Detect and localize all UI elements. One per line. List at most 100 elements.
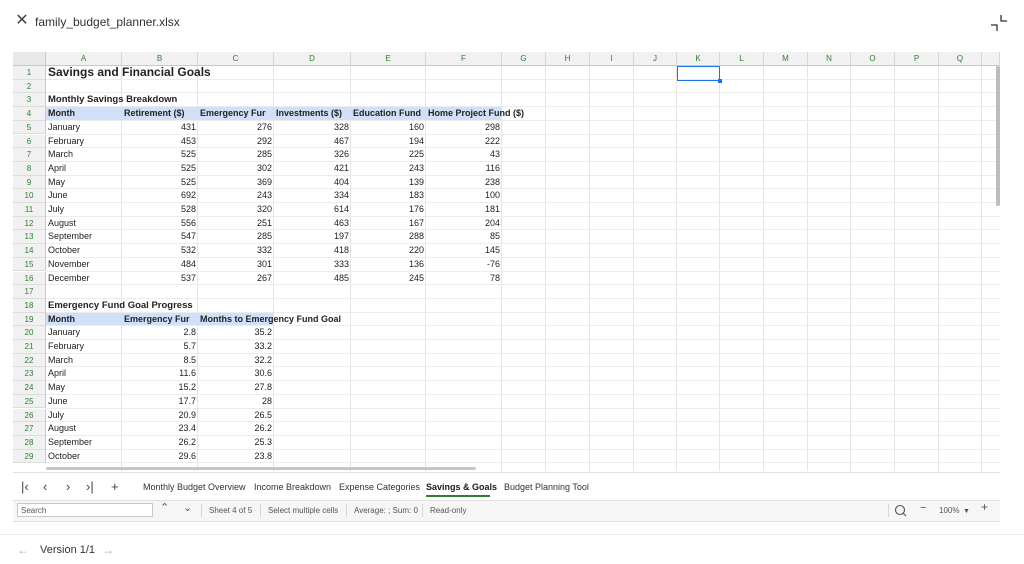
row-header[interactable]: 28	[13, 435, 46, 450]
table-cell[interactable]: 25.3	[198, 436, 274, 450]
table-cell[interactable]: 267	[198, 272, 274, 286]
first-sheet-icon[interactable]: |‹	[21, 480, 29, 494]
zoom-level[interactable]: 100%	[939, 505, 959, 516]
table-cell[interactable]: July	[46, 203, 122, 217]
table-cell[interactable]: 245	[351, 272, 426, 286]
add-sheet-icon[interactable]: +	[111, 480, 119, 494]
table-cell[interactable]: 23.4	[122, 422, 198, 436]
search-input[interactable]: Search	[17, 503, 153, 517]
table-cell[interactable]: 285	[198, 230, 274, 244]
table-cell[interactable]: -76	[426, 258, 502, 272]
table-cell[interactable]: 547	[122, 230, 198, 244]
column-header[interactable]: A	[46, 52, 122, 66]
tab-expense-categories[interactable]: Expense Categories	[339, 482, 420, 493]
table-cell[interactable]: 326	[274, 148, 351, 162]
row-header[interactable]: 2	[13, 79, 46, 94]
selected-cell[interactable]	[677, 66, 722, 83]
table-cell[interactable]: 463	[274, 217, 351, 231]
table-cell[interactable]: 320	[198, 203, 274, 217]
table-cell[interactable]: March	[46, 148, 122, 162]
zoom-fit-icon[interactable]	[894, 504, 907, 517]
row-header[interactable]: 25	[13, 394, 46, 409]
table-cell[interactable]: 532	[122, 244, 198, 258]
table-cell[interactable]: 2.8	[122, 326, 198, 340]
table-cell[interactable]: 116	[426, 162, 502, 176]
table-cell[interactable]: September	[46, 230, 122, 244]
table-cell[interactable]: 197	[274, 230, 351, 244]
row-header[interactable]: 15	[13, 257, 46, 272]
table-cell[interactable]: 29.6	[122, 450, 198, 464]
table-cell[interactable]: 404	[274, 176, 351, 190]
table-cell[interactable]: 276	[198, 121, 274, 135]
row-header[interactable]: 12	[13, 216, 46, 231]
table-cell[interactable]: 525	[122, 176, 198, 190]
table-cell[interactable]: 285	[198, 148, 274, 162]
row-header[interactable]: 6	[13, 134, 46, 149]
table-cell[interactable]: 220	[351, 244, 426, 258]
table-cell[interactable]: 183	[351, 189, 426, 203]
row-header[interactable]: 24	[13, 381, 46, 395]
row-header[interactable]: 22	[13, 353, 46, 368]
row-header[interactable]: 5	[13, 120, 46, 135]
selection-mode[interactable]: Select multiple cells	[268, 505, 338, 516]
tab-monthly-budget-overview[interactable]: Monthly Budget Overview	[143, 482, 246, 493]
table-cell[interactable]: 453	[122, 135, 198, 149]
table-cell[interactable]: 484	[122, 258, 198, 272]
row-header[interactable]: 20	[13, 326, 46, 340]
column-header[interactable]: B	[122, 52, 198, 66]
table-cell[interactable]: 525	[122, 148, 198, 162]
row-header[interactable]: 21	[13, 340, 46, 354]
column-header[interactable]: I	[590, 52, 634, 66]
next-version-icon[interactable]: →	[102, 543, 114, 557]
column-header[interactable]: F	[426, 52, 502, 66]
table-cell[interactable]: 301	[198, 258, 274, 272]
table-cell[interactable]: 43	[426, 148, 502, 162]
table-cell[interactable]: 222	[426, 135, 502, 149]
table-cell[interactable]: 30.6	[198, 367, 274, 381]
table-cell[interactable]: October	[46, 450, 122, 464]
column-header[interactable]: C	[198, 52, 274, 66]
table-cell[interactable]: 204	[426, 217, 502, 231]
table-cell[interactable]: 302	[198, 162, 274, 176]
table-cell[interactable]: 20.9	[122, 409, 198, 423]
row-header[interactable]: 11	[13, 203, 46, 217]
table-cell[interactable]: 8.5	[122, 354, 198, 368]
row-header[interactable]: 27	[13, 422, 46, 436]
table-cell[interactable]: August	[46, 217, 122, 231]
table-cell[interactable]: 26.2	[198, 422, 274, 436]
fill-handle[interactable]	[718, 78, 722, 83]
table-cell[interactable]: 15.2	[122, 381, 198, 395]
collapse-icon[interactable]	[990, 14, 1008, 32]
column-header[interactable]: J	[634, 52, 677, 66]
table-cell[interactable]: June	[46, 189, 122, 203]
table-cell[interactable]: 225	[351, 148, 426, 162]
zoom-out-icon[interactable]: −	[920, 503, 926, 514]
row-header[interactable]: 1	[13, 66, 46, 80]
previous-version-icon[interactable]: ←	[17, 543, 29, 557]
table-cell[interactable]: 288	[351, 230, 426, 244]
row-header[interactable]: 10	[13, 189, 46, 203]
table-cell[interactable]: 26.5	[198, 409, 274, 423]
spreadsheet-grid[interactable]: A B C D E F G H I J K L M N O P Q 1 2 3 4 5 6 7 8 9 10 11 12 13 14 15 16…	[13, 52, 1000, 471]
table-cell[interactable]: June	[46, 395, 122, 409]
table-cell[interactable]: August	[46, 422, 122, 436]
row-header[interactable]: 3	[13, 93, 46, 108]
table-cell[interactable]: 33.2	[198, 340, 274, 354]
table-cell[interactable]: 525	[122, 162, 198, 176]
column-header[interactable]: N	[808, 52, 851, 66]
table-cell[interactable]: 251	[198, 217, 274, 231]
table-cell[interactable]: February	[46, 340, 122, 354]
row-header[interactable]: 17	[13, 285, 46, 299]
table-cell[interactable]: 328	[274, 121, 351, 135]
table-cell[interactable]: September	[46, 436, 122, 450]
table-cell[interactable]: 238	[426, 176, 502, 190]
last-sheet-icon[interactable]: ›|	[86, 480, 94, 494]
row-header[interactable]: 26	[13, 408, 46, 423]
table-cell[interactable]: January	[46, 121, 122, 135]
column-header[interactable]: E	[351, 52, 426, 66]
table-cell[interactable]: 614	[274, 203, 351, 217]
table-cell[interactable]: 85	[426, 230, 502, 244]
table-cell[interactable]: April	[46, 367, 122, 381]
table-cell[interactable]: 194	[351, 135, 426, 149]
column-header[interactable]: M	[764, 52, 808, 66]
